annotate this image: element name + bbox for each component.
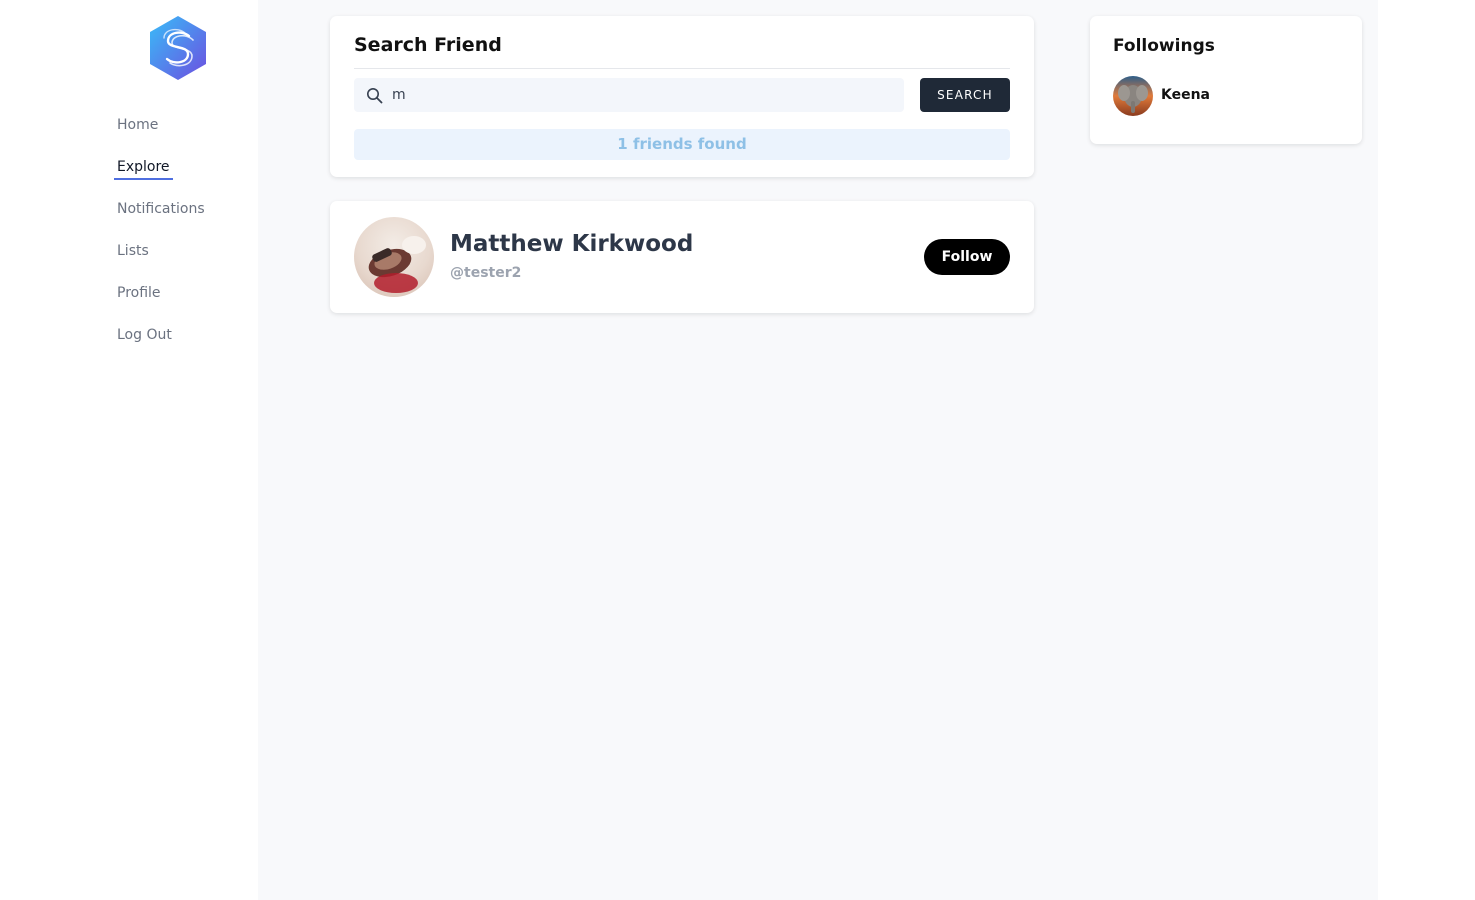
nav-item-logout[interactable]: Log Out [117,324,205,366]
nav-item-label: Explore [114,156,173,180]
friend-handle: @tester2 [450,265,522,281]
search-icon [366,87,383,104]
search-card: Search Friend SEARCH 1 friends found [330,16,1034,177]
followings-title: Followings [1113,36,1215,56]
nav-item-label: Profile [117,285,161,301]
nav-item-lists[interactable]: Lists [117,240,205,282]
follow-button[interactable]: Follow [924,239,1010,275]
app-logo-icon[interactable] [148,15,208,81]
page-margin [1378,0,1475,900]
search-title: Search Friend [354,34,502,56]
nav-item-label: Log Out [117,327,172,343]
main-content: Search Friend SEARCH 1 friends found [258,0,1378,900]
nav-item-label: Notifications [117,201,205,217]
nav-item-home[interactable]: Home [117,114,205,156]
search-input[interactable] [392,78,892,112]
nav-item-label: Home [117,117,159,133]
search-button[interactable]: SEARCH [920,78,1010,112]
avatar[interactable] [1113,76,1153,116]
search-box[interactable] [354,78,904,112]
following-item[interactable]: Keena [1113,76,1333,116]
divider [354,68,1010,69]
nav-item-explore[interactable]: Explore [114,156,205,198]
nav-item-notifications[interactable]: Notifications [117,198,205,240]
followings-card: Followings Keena [1090,16,1362,144]
following-name: Keena [1161,87,1211,103]
friend-result-card: Matthew Kirkwood @tester2 Follow [330,201,1034,313]
main-nav: Home Explore Notifications Lists Profile… [114,114,205,366]
sidebar: Home Explore Notifications Lists Profile… [0,0,258,900]
avatar[interactable] [354,217,434,297]
friend-name[interactable]: Matthew Kirkwood [450,231,693,257]
nav-item-profile[interactable]: Profile [117,282,205,324]
result-count-banner: 1 friends found [354,129,1010,160]
nav-item-label: Lists [117,243,149,259]
